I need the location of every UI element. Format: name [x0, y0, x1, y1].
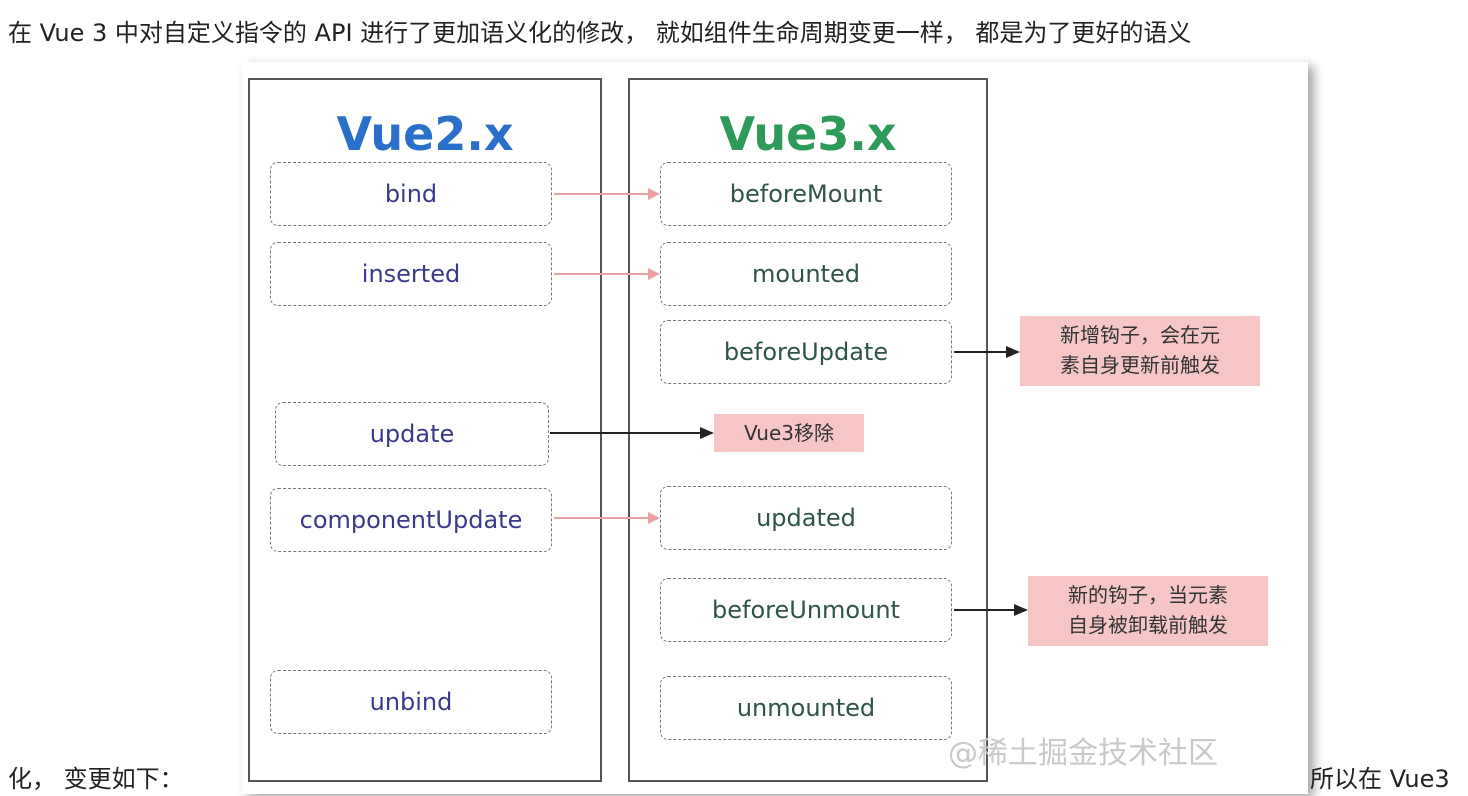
paragraph-line-2-left: 化， 变更如下：	[8, 765, 184, 793]
paragraph-line-2-right: 所以在 Vue3	[1310, 765, 1450, 793]
paragraph-line-1: 在 Vue 3 中对自定义指令的 API 进行了更加语义化的修改， 就如组件生命…	[8, 19, 1192, 47]
connector-arrows	[550, 188, 1028, 616]
directive-lifecycle-diagram: Vue2.x Vue3.x bind inserted update compo…	[242, 62, 1308, 794]
watermark-text: @稀土掘金技术社区	[948, 736, 1218, 771]
